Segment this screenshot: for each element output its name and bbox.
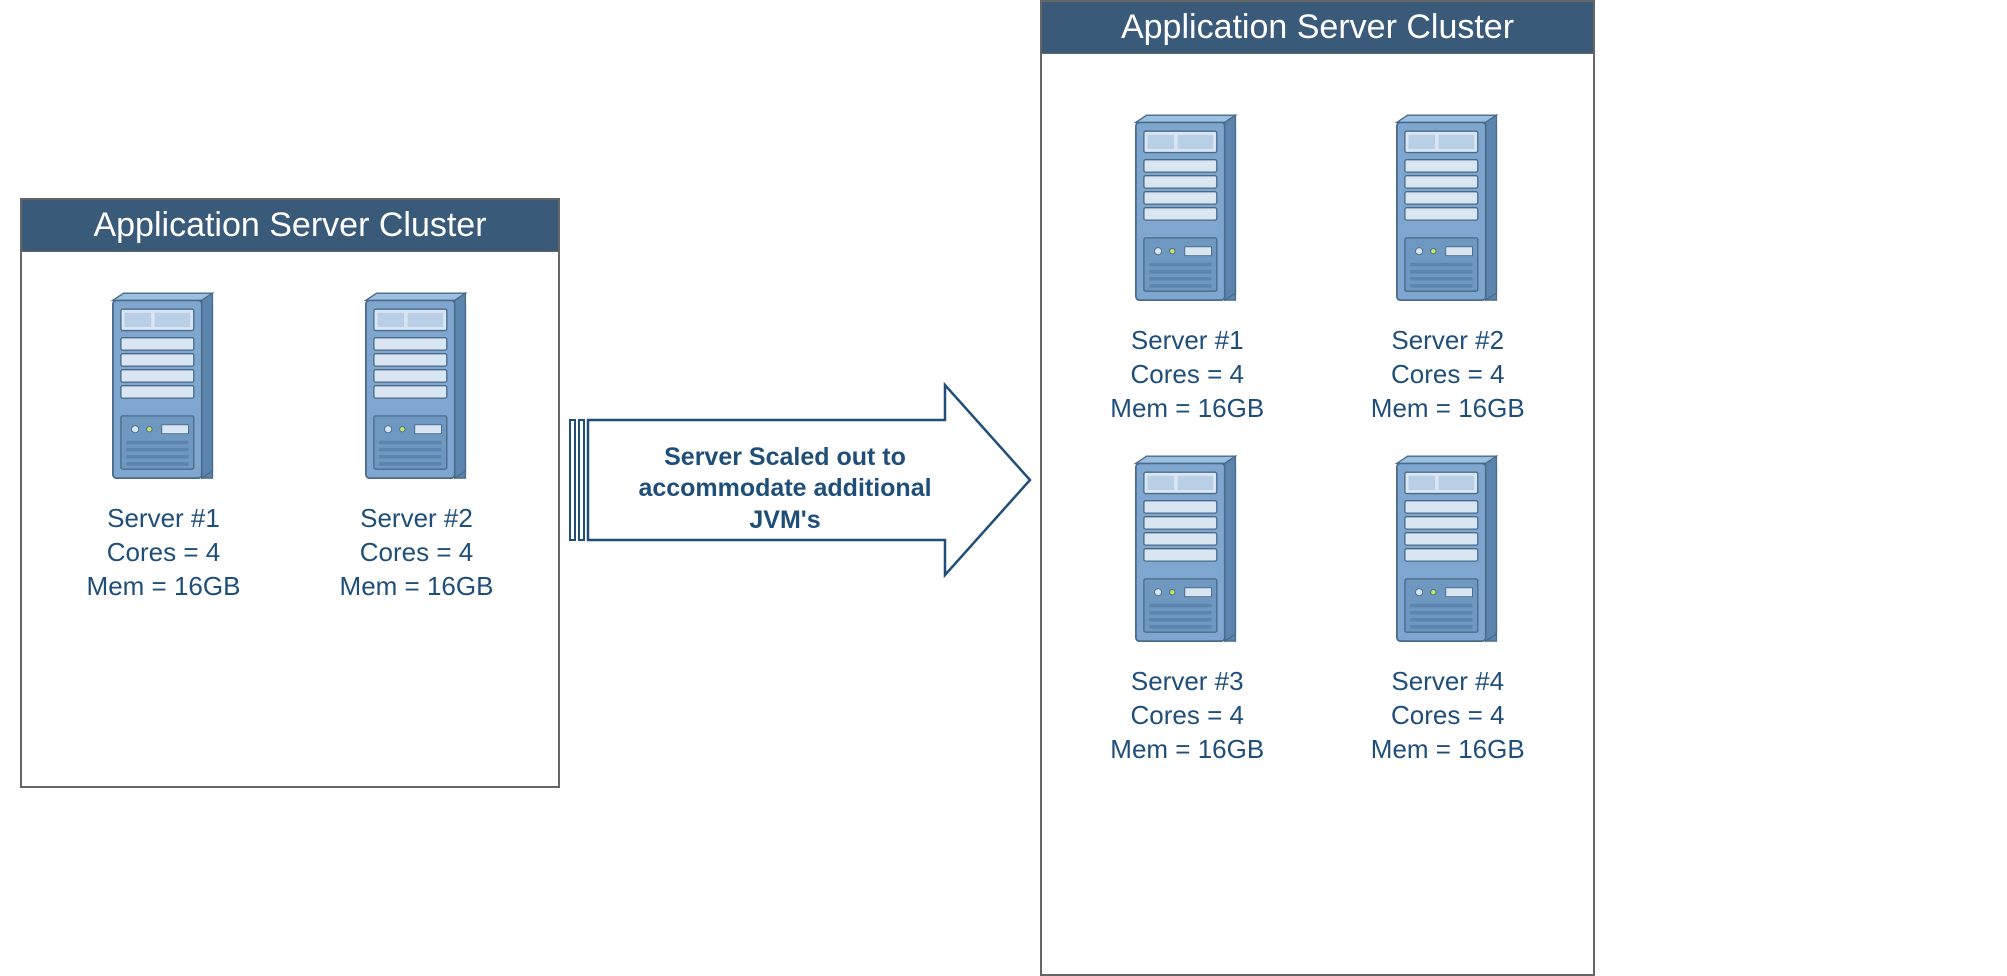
cluster-right: Application Server Cluster Server #1 Cor…: [1040, 0, 1595, 976]
server-label: Server #3 Cores = 4 Mem = 16GB: [1110, 665, 1264, 766]
server-mem: Mem = 16GB: [1110, 392, 1264, 426]
cluster-left-body: Server #1 Cores = 4 Mem = 16GB Server #2…: [22, 252, 558, 623]
server-mem: Mem = 16GB: [87, 570, 241, 604]
server-mem: Mem = 16GB: [1110, 733, 1264, 767]
server-name: Server #3: [1110, 665, 1264, 699]
server-mem: Mem = 16GB: [1371, 733, 1525, 767]
server-label: Server #2 Cores = 4 Mem = 16GB: [1371, 324, 1525, 425]
server-icon: [104, 282, 224, 492]
arrow-label: Server Scaled out to accommodate additio…: [605, 442, 965, 536]
server-cores: Cores = 4: [1110, 699, 1264, 733]
server-block: Server #1 Cores = 4 Mem = 16GB: [54, 282, 274, 603]
server-label: Server #1 Cores = 4 Mem = 16GB: [87, 502, 241, 603]
server-icon: [1388, 445, 1508, 655]
server-cores: Cores = 4: [87, 536, 241, 570]
server-label: Server #4 Cores = 4 Mem = 16GB: [1371, 665, 1525, 766]
server-icon: [1127, 445, 1247, 655]
server-mem: Mem = 16GB: [340, 570, 494, 604]
server-cores: Cores = 4: [1371, 358, 1525, 392]
server-name: Server #2: [1371, 324, 1525, 358]
server-block: Server #2 Cores = 4 Mem = 16GB: [307, 282, 527, 603]
scale-out-arrow: Server Scaled out to accommodate additio…: [565, 380, 1035, 580]
cluster-left-title: Application Server Cluster: [22, 200, 558, 252]
server-name: Server #4: [1371, 665, 1525, 699]
server-block: Server #3 Cores = 4 Mem = 16GB: [1077, 445, 1297, 766]
server-block: Server #1 Cores = 4 Mem = 16GB: [1077, 104, 1297, 425]
server-icon: [1388, 104, 1508, 314]
cluster-right-body: Server #1 Cores = 4 Mem = 16GB Server #2…: [1042, 54, 1593, 787]
server-label: Server #2 Cores = 4 Mem = 16GB: [340, 502, 494, 603]
server-mem: Mem = 16GB: [1371, 392, 1525, 426]
cluster-left: Application Server Cluster Server #1 Cor…: [20, 198, 560, 788]
server-name: Server #1: [87, 502, 241, 536]
server-block: Server #2 Cores = 4 Mem = 16GB: [1338, 104, 1558, 425]
server-block: Server #4 Cores = 4 Mem = 16GB: [1338, 445, 1558, 766]
cluster-right-title: Application Server Cluster: [1042, 2, 1593, 54]
server-cores: Cores = 4: [1110, 358, 1264, 392]
server-cores: Cores = 4: [340, 536, 494, 570]
server-cores: Cores = 4: [1371, 699, 1525, 733]
server-icon: [1127, 104, 1247, 314]
server-label: Server #1 Cores = 4 Mem = 16GB: [1110, 324, 1264, 425]
server-name: Server #1: [1110, 324, 1264, 358]
server-name: Server #2: [340, 502, 494, 536]
server-icon: [357, 282, 477, 492]
